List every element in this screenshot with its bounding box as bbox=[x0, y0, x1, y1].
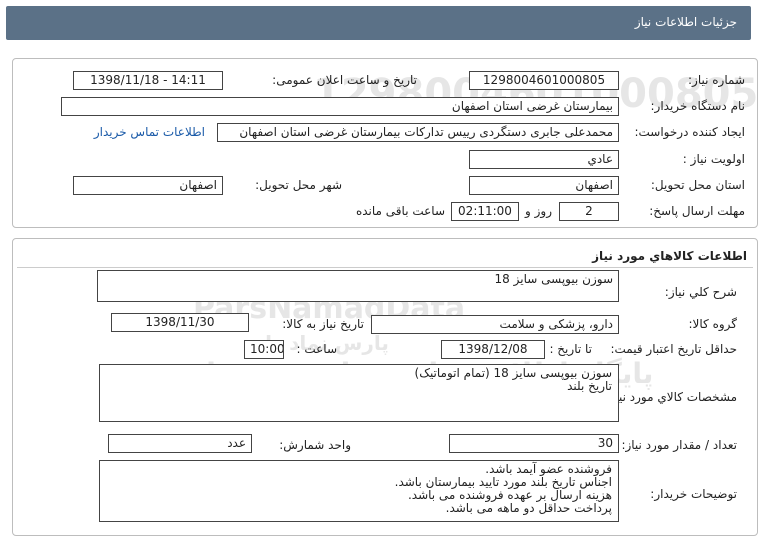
creator-field[interactable]: محمدعلی جابری دستگردی رییس تدارکات بیمار… bbox=[217, 123, 619, 142]
need-date-field[interactable]: 1398/11/30 bbox=[111, 313, 249, 332]
count-label: تعداد / مقدار مورد نیاز: bbox=[621, 438, 737, 452]
page-header: جزئیات اطلاعات نیاز bbox=[6, 6, 751, 40]
specs-label: مشخصات کالاي مورد نياز: bbox=[605, 390, 737, 404]
buyer-notes-label: توضیحات خریدار: bbox=[650, 487, 737, 501]
goods-section-title: اطلاعات کالاهاي مورد نياز bbox=[592, 249, 747, 263]
hour-field[interactable]: 10:00 bbox=[244, 340, 284, 359]
specs-field[interactable]: سوزن بیوپسی سایز 18 (تمام اتوماتیک) تاری… bbox=[99, 364, 619, 422]
group-label: گروه کالا: bbox=[688, 317, 738, 331]
need-number-label: شماره نیاز: bbox=[688, 73, 745, 87]
time-left-unit: ساعت باقی مانده bbox=[355, 204, 445, 218]
province-field[interactable]: اصفهان bbox=[469, 176, 619, 195]
need-date-label: تاریخ نیاز به کالا: bbox=[282, 317, 364, 331]
general-desc-field[interactable]: سوزن بیوپسی سایز 18 bbox=[97, 270, 619, 302]
group-field[interactable]: دارو، پزشکی و سلامت bbox=[371, 315, 619, 334]
hour-label: ساعت : bbox=[296, 342, 337, 356]
buyer-org-field[interactable]: بیمارستان غرضی استان اصفهان bbox=[61, 97, 619, 116]
specs-line: تاریخ بلند bbox=[567, 379, 612, 393]
city-label: شهر محل تحویل: bbox=[255, 178, 342, 192]
creator-label: ایجاد کننده درخواست: bbox=[634, 125, 745, 139]
need-number-field[interactable]: 1298004601000805 bbox=[469, 71, 619, 90]
buyer-notes-field[interactable]: فروشنده عضو آیمد باشد. اجناس تاریخ بلند … bbox=[99, 460, 619, 522]
buyer-note-line: پرداخت حداقل دو ماهه می باشد. bbox=[445, 501, 612, 515]
announce-date-label: تاریخ و ساعت اعلان عمومی: bbox=[272, 73, 417, 87]
province-label: استان محل تحویل: bbox=[650, 178, 745, 192]
page-title: جزئیات اطلاعات نیاز bbox=[634, 15, 737, 29]
section-divider bbox=[17, 267, 753, 268]
days-unit: روز و bbox=[525, 204, 552, 218]
deadline-label: مهلت ارسال پاسخ: bbox=[649, 204, 745, 218]
specs-line: سوزن بیوپسی سایز 18 (تمام اتوماتیک) bbox=[414, 366, 612, 380]
buyer-org-label: نام دستگاه خریدار: bbox=[650, 99, 746, 113]
general-desc-label: شرح کلي نياز: bbox=[664, 285, 737, 299]
priority-field[interactable]: عادي bbox=[469, 150, 619, 169]
unit-field[interactable]: عدد bbox=[108, 434, 252, 453]
priority-label: اولویت نیاز : bbox=[682, 152, 745, 166]
until-date-label: تا تاریخ : bbox=[549, 342, 592, 356]
buyer-contact-link[interactable]: اطلاعات تماس خریدار bbox=[94, 125, 205, 139]
min-validity-label: حداقل تاریخ اعتبار قیمت: bbox=[610, 342, 737, 356]
need-info-panel: 1298004601000805 شماره نیاز: 12980046010… bbox=[12, 58, 758, 228]
goods-info-panel: ParsNamadData پارس نماد داده پایگاه اطلا… bbox=[12, 238, 758, 536]
city-field[interactable]: اصفهان bbox=[73, 176, 223, 195]
until-date-field[interactable]: 1398/12/08 bbox=[441, 340, 545, 359]
days-field[interactable]: 2 bbox=[559, 202, 619, 221]
announce-date-field[interactable]: 1398/11/18 - 14:11 bbox=[73, 71, 223, 90]
time-left-field[interactable]: 02:11:00 bbox=[451, 202, 519, 221]
unit-label: واحد شمارش: bbox=[279, 438, 351, 452]
count-field[interactable]: 30 bbox=[449, 434, 619, 453]
